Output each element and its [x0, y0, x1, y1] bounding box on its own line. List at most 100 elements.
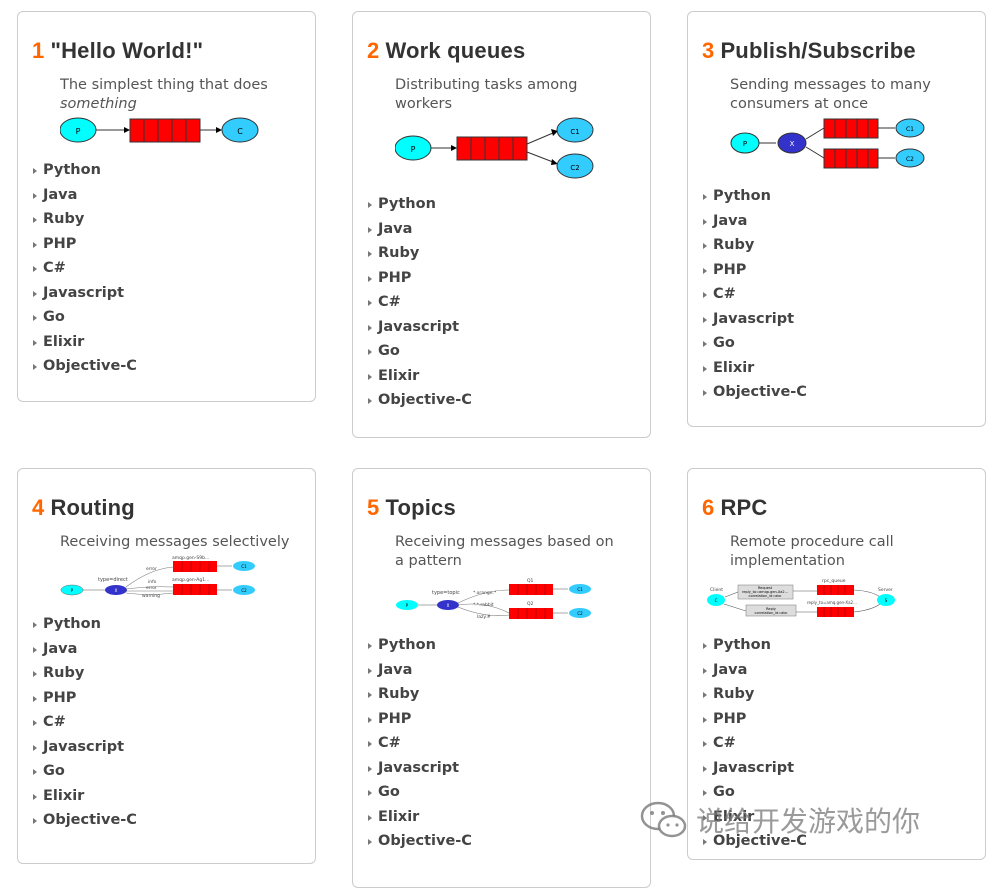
tutorial-card-3: 3 Publish/Subscribe Sending messages to m…	[687, 11, 986, 427]
svg-text:amqp.gen-Ag1...: amqp.gen-Ag1...	[172, 577, 209, 583]
language-link[interactable]: Java	[32, 637, 301, 662]
language-link[interactable]: Javascript	[32, 281, 301, 306]
svg-text:error: error	[146, 585, 157, 591]
svg-text:Q2: Q2	[527, 601, 534, 607]
language-link[interactable]: Java	[367, 217, 636, 242]
svg-text:reply_to=amq.gen-Xa2...: reply_to=amq.gen-Xa2...	[807, 600, 857, 605]
tutorial-description: The simplest thing that does something	[60, 77, 268, 112]
language-link[interactable]: C#	[367, 731, 636, 756]
language-link[interactable]: Objective-C	[367, 388, 636, 413]
language-link[interactable]: Javascript	[702, 307, 971, 332]
svg-text:P: P	[76, 127, 81, 136]
language-link[interactable]: Go	[367, 780, 636, 805]
language-link[interactable]: Javascript	[367, 756, 636, 781]
svg-text:C2: C2	[906, 156, 914, 163]
language-list: Python Java Ruby PHP C# Javascript Go El…	[32, 612, 301, 833]
language-link[interactable]: PHP	[367, 266, 636, 291]
tutorial-title[interactable]: 3 Publish/Subscribe	[702, 38, 971, 64]
language-link[interactable]: Javascript	[367, 315, 636, 340]
language-link[interactable]: Go	[702, 331, 971, 356]
watermark-text: 说给开发游戏的你	[696, 805, 921, 838]
language-link[interactable]: PHP	[32, 232, 301, 257]
svg-text:C2: C2	[241, 588, 247, 593]
svg-text:C2: C2	[577, 611, 583, 616]
svg-text:C1: C1	[570, 128, 579, 136]
language-list: Python Java Ruby PHP C# Javascript Go El…	[32, 158, 301, 379]
language-link[interactable]: Go	[32, 305, 301, 330]
language-link[interactable]: Python	[32, 612, 301, 637]
language-link[interactable]: C#	[32, 256, 301, 281]
language-link[interactable]: C#	[702, 731, 971, 756]
tutorial-card-4: 4 Routing Receiving messages selectively …	[17, 468, 316, 864]
language-link[interactable]: C#	[32, 710, 301, 735]
svg-text:*.*.rabbit: *.*.rabbit	[473, 602, 494, 608]
svg-text:C2: C2	[570, 164, 579, 172]
tutorial-title[interactable]: 1 "Hello World!"	[32, 38, 301, 64]
tutorial-title[interactable]: 4 Routing	[32, 495, 301, 521]
svg-text:amqp.gen-S9b...: amqp.gen-S9b...	[172, 555, 209, 561]
language-link[interactable]: Objective-C	[32, 808, 301, 833]
svg-text:rpc_queue: rpc_queue	[822, 578, 846, 584]
language-link[interactable]: Elixir	[367, 364, 636, 389]
svg-text:P: P	[743, 140, 747, 148]
tutorial-title[interactable]: 5 Topics	[367, 495, 636, 521]
tutorial-title[interactable]: 6 RPC	[702, 495, 971, 521]
tutorial-description: Distributing tasks among workers	[395, 77, 578, 112]
svg-text:X: X	[790, 140, 795, 148]
language-link[interactable]: Python	[702, 184, 971, 209]
language-link[interactable]: Elixir	[32, 784, 301, 809]
language-link[interactable]: Objective-C	[32, 354, 301, 379]
language-link[interactable]: Python	[367, 192, 636, 217]
svg-text:Q1: Q1	[527, 578, 534, 584]
language-link[interactable]: Python	[32, 158, 301, 183]
language-link[interactable]: Go	[367, 339, 636, 364]
language-link[interactable]: Ruby	[702, 682, 971, 707]
language-link[interactable]: Ruby	[32, 661, 301, 686]
svg-text:C1: C1	[906, 126, 914, 133]
svg-text:info: info	[148, 579, 157, 585]
svg-text:X: X	[115, 588, 118, 593]
language-link[interactable]: Elixir	[702, 356, 971, 381]
tutorial-card-2: 2 Work queues Distributing tasks among wo…	[352, 11, 651, 438]
language-link[interactable]: Ruby	[367, 682, 636, 707]
svg-text:Client: Client	[710, 587, 723, 593]
tutorial-description: Remote procedure call implementation	[730, 534, 894, 569]
language-link[interactable]: Java	[702, 658, 971, 683]
language-link[interactable]: Java	[367, 658, 636, 683]
wechat-icon	[640, 801, 687, 838]
language-link[interactable]: PHP	[702, 258, 971, 283]
svg-text:X: X	[447, 603, 450, 608]
svg-text:lazy.#: lazy.#	[477, 614, 491, 620]
svg-text:Server: Server	[878, 587, 893, 593]
language-link[interactable]: Java	[702, 209, 971, 234]
language-link[interactable]: PHP	[702, 707, 971, 732]
language-link[interactable]: Go	[32, 759, 301, 784]
tutorial-description: Receiving messages based on a pattern	[395, 534, 614, 569]
language-link[interactable]: Python	[702, 633, 971, 658]
routing-diagram: P X type=direct error info error warning…	[60, 555, 255, 599]
language-link[interactable]: Objective-C	[367, 829, 636, 854]
language-link[interactable]: Python	[367, 633, 636, 658]
publish-subscribe-diagram: P X C1 C2	[730, 118, 925, 169]
svg-text:S: S	[885, 598, 888, 603]
language-link[interactable]: Objective-C	[702, 380, 971, 405]
svg-text:C1: C1	[241, 564, 247, 569]
language-link[interactable]: PHP	[367, 707, 636, 732]
work-queues-diagram: P C1 C2	[395, 117, 594, 179]
language-link[interactable]: C#	[367, 290, 636, 315]
svg-text:P: P	[411, 145, 416, 154]
svg-text:C1: C1	[577, 587, 583, 592]
svg-text:C: C	[237, 127, 243, 136]
language-link[interactable]: Ruby	[702, 233, 971, 258]
language-link[interactable]: Ruby	[367, 241, 636, 266]
topics-diagram: P X type=topic *.orange.* *.*.rabbit laz…	[396, 578, 591, 620]
language-link[interactable]: PHP	[32, 686, 301, 711]
language-link[interactable]: Java	[32, 183, 301, 208]
language-link[interactable]: Elixir	[367, 805, 636, 830]
language-link[interactable]: Javascript	[702, 756, 971, 781]
language-link[interactable]: Ruby	[32, 207, 301, 232]
language-link[interactable]: C#	[702, 282, 971, 307]
tutorial-title[interactable]: 2 Work queues	[367, 38, 636, 64]
language-link[interactable]: Elixir	[32, 330, 301, 355]
language-link[interactable]: Javascript	[32, 735, 301, 760]
